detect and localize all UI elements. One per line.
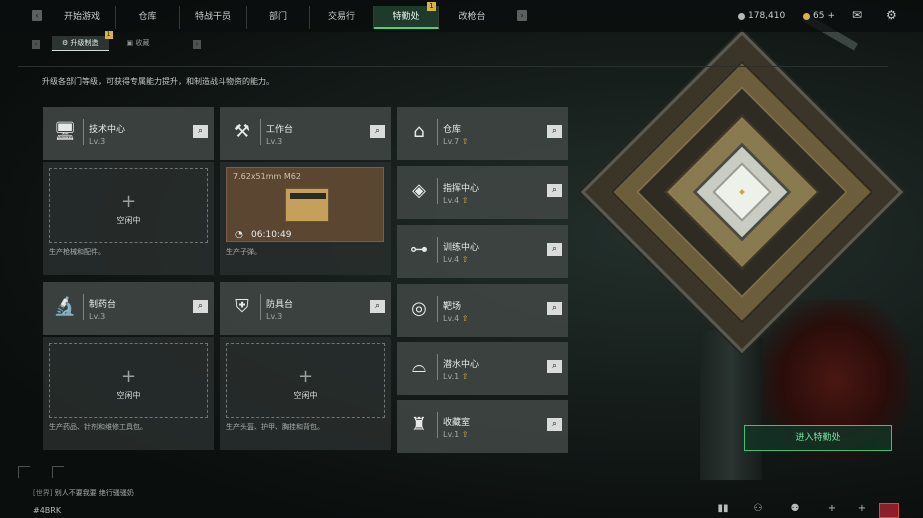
enter-special-ops-button[interactable]: 进入特勤处 bbox=[744, 425, 892, 451]
frame-corner bbox=[52, 466, 64, 478]
timer-icon: ◔ bbox=[235, 230, 243, 240]
workshop-armor[interactable]: ⛨ 防具台 Lv.3 ⌕ bbox=[220, 282, 391, 335]
divider bbox=[18, 66, 888, 67]
avatar[interactable] bbox=[879, 503, 899, 518]
top-bar: ‹ 开始游戏 仓库 特战干员 部门 交易行 特勤处 1 改枪台 › 178,410… bbox=[0, 0, 923, 32]
facility-training-center[interactable]: ⊶ 训练中心 Lv.4 ⇧ ⌕ bbox=[397, 225, 568, 278]
upgrade-arrow-icon: ⇧ bbox=[461, 196, 469, 205]
main-tabs: 开始游戏 仓库 特战干员 部门 交易行 特勤处 1 改枪台 bbox=[49, 2, 505, 29]
search-icon[interactable]: ⌕ bbox=[370, 125, 385, 138]
upgrade-arrow-icon: ⇧ bbox=[461, 430, 469, 439]
friends-icon[interactable]: ⚉ bbox=[785, 503, 805, 518]
prev-tab-icon[interactable]: ‹ bbox=[32, 10, 42, 21]
dumbbell-icon: ⊶ bbox=[410, 239, 428, 260]
facility-command-center[interactable]: ◈ 指挥中心 Lv.4 ⇧ ⌕ bbox=[397, 166, 568, 219]
add-icon: + bbox=[120, 191, 137, 212]
production-timer: 06:10:49 bbox=[251, 230, 292, 240]
tab-start-game[interactable]: 开始游戏 bbox=[49, 6, 116, 29]
search-icon[interactable]: ⌕ bbox=[547, 360, 562, 373]
idle-slot[interactable]: + 空闲中 bbox=[49, 343, 208, 418]
tab-gunsmith[interactable]: 改枪台 bbox=[439, 6, 505, 29]
tools-icon: ⚒ bbox=[233, 121, 251, 142]
workshop-tech-center-slot: + 空闲中 生产枪械和配件。 bbox=[43, 162, 214, 275]
armor-icon: ⛨ bbox=[235, 296, 249, 317]
search-icon[interactable]: ⌕ bbox=[193, 300, 208, 313]
search-icon[interactable]: ⌕ bbox=[547, 184, 562, 197]
tab-warehouse[interactable]: 仓库 bbox=[116, 6, 180, 29]
ammo-box-image bbox=[285, 188, 329, 222]
upgrade-arrow-icon: ⇧ bbox=[461, 137, 469, 146]
idle-slot[interactable]: + 空闲中 bbox=[226, 343, 385, 418]
cube-pillar bbox=[700, 330, 762, 480]
tab-trading[interactable]: 交易行 bbox=[310, 6, 374, 29]
team-icon[interactable]: ⚇ bbox=[748, 503, 768, 518]
facility-dive-center[interactable]: ⌓ 潜水中心 Lv.1 ⇧ ⌕ bbox=[397, 342, 568, 395]
upgrade-arrow-icon: ⇧ bbox=[461, 372, 469, 381]
chat-line[interactable]: [世界] 别人不要我要 绝行骚骚奶 bbox=[33, 488, 134, 498]
dive-mask-icon: ⌓ bbox=[411, 356, 427, 377]
command-icon: ◈ bbox=[412, 180, 426, 201]
next-tab-icon[interactable]: › bbox=[517, 10, 527, 21]
workshop-pharmacy-slot: + 空闲中 生产药品、针剂和维修工具包。 bbox=[43, 337, 214, 450]
facility-collection-room[interactable]: ♜ 收藏室 Lv.1 ⇧ ⌕ bbox=[397, 400, 568, 453]
notification-badge: 1 bbox=[104, 31, 113, 39]
add-icon: + bbox=[297, 366, 314, 387]
facility-warehouse[interactable]: ⌂ 仓库 Lv.7 ⇧ ⌕ bbox=[397, 107, 568, 160]
add-icon[interactable]: + bbox=[822, 503, 842, 518]
workshop-pharmacy[interactable]: 🔬 制药台 Lv.3 ⌕ bbox=[43, 282, 214, 335]
gold-coin-icon bbox=[803, 12, 810, 20]
gold-currency[interactable]: 65 + bbox=[803, 11, 835, 21]
idle-slot[interactable]: + 空闲中 bbox=[49, 168, 208, 243]
computer-icon: 🖥 bbox=[53, 121, 77, 142]
silver-currency: 178,410 bbox=[738, 11, 785, 21]
warehouse-icon: ⌂ bbox=[413, 121, 425, 142]
prev-subtab-icon[interactable]: ‹ bbox=[32, 40, 40, 49]
workshop-tech-center[interactable]: 🖥 技术中心 Lv.3 ⌕ bbox=[43, 107, 214, 160]
facility-shooting-range[interactable]: ◎ 靶场 Lv.4 ⇧ ⌕ bbox=[397, 284, 568, 337]
frame-corner bbox=[18, 466, 30, 478]
search-icon[interactable]: ⌕ bbox=[370, 300, 385, 313]
target-icon: ◎ bbox=[411, 298, 427, 319]
upgrade-arrow-icon: ⇧ bbox=[461, 255, 469, 264]
add-icon: + bbox=[120, 366, 137, 387]
silver-coin-icon bbox=[738, 12, 745, 20]
tab-operators[interactable]: 特战干员 bbox=[180, 6, 247, 29]
workshop-armor-slot: + 空闲中 生产头盔、护甲、胸挂和背包。 bbox=[220, 337, 391, 450]
sub-tabs: ⚙ 升级制造 1 ▣ 收藏 bbox=[52, 31, 160, 51]
workshop-workbench[interactable]: ⚒ 工作台 Lv.3 ⌕ bbox=[220, 107, 391, 160]
search-icon[interactable]: ⌕ bbox=[193, 125, 208, 138]
tab-special-ops[interactable]: 特勤处 1 bbox=[374, 2, 439, 29]
upgrade-arrow-icon: ⇧ bbox=[461, 314, 469, 323]
search-icon[interactable]: ⌕ bbox=[547, 418, 562, 431]
search-icon[interactable]: ⌕ bbox=[547, 302, 562, 315]
page-description: 升级各部门等级，可获得专属能力提升，和制造战斗物资的能力。 bbox=[42, 77, 274, 86]
settings-gear-icon[interactable]: ⚙ bbox=[886, 8, 897, 22]
notification-badge: 1 bbox=[427, 2, 436, 11]
stats-icon[interactable]: ▮▮ bbox=[713, 503, 733, 518]
tab-departments[interactable]: 部门 bbox=[247, 6, 310, 29]
search-icon[interactable]: ⌕ bbox=[547, 125, 562, 138]
subtab-collection[interactable]: ▣ 收藏 bbox=[117, 36, 160, 51]
mail-icon[interactable]: ✉ bbox=[852, 8, 862, 22]
player-tag: #4BRK bbox=[33, 506, 62, 515]
next-subtab-icon[interactable]: › bbox=[193, 40, 201, 49]
microscope-icon: 🔬 bbox=[53, 296, 77, 317]
subtab-upgrade[interactable]: ⚙ 升级制造 1 bbox=[52, 31, 113, 51]
workshop-workbench-slot: 7.62x51mm M62 ◔ 06:10:49 生产子弹。 bbox=[220, 162, 391, 275]
trophy-room-icon: ♜ bbox=[410, 414, 428, 435]
production-item[interactable]: 7.62x51mm M62 ◔ 06:10:49 bbox=[226, 167, 384, 242]
add-icon[interactable]: + bbox=[852, 503, 872, 518]
search-icon[interactable]: ⌕ bbox=[547, 243, 562, 256]
